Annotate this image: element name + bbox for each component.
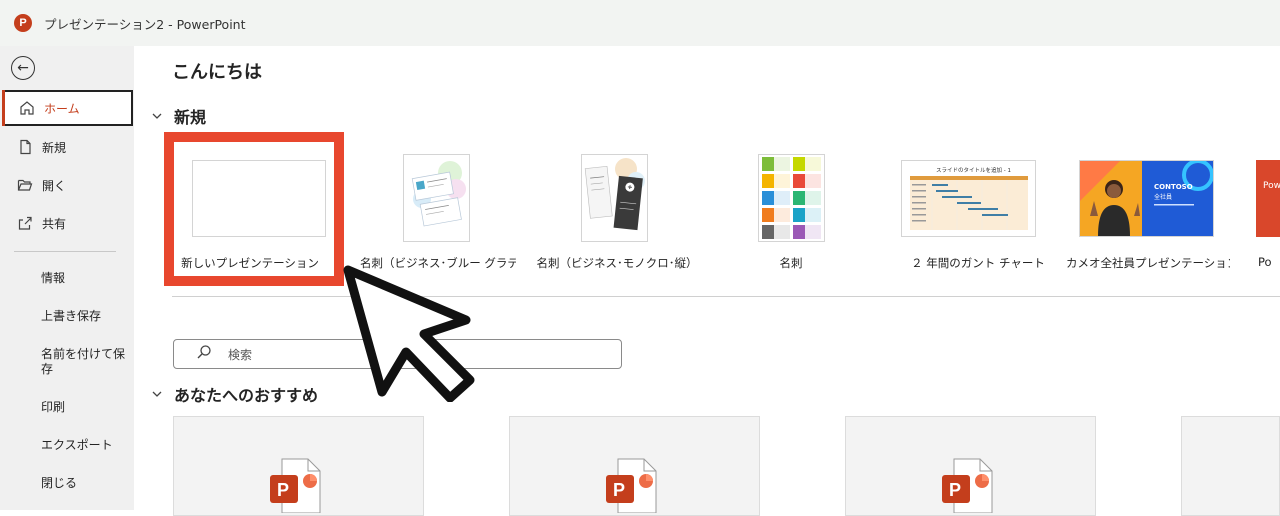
main-content: こんにちは 新規 新しいプレゼンテーション 名刺（ビジネス･ブルー グラデ… [134, 46, 1280, 510]
sidebar-item-close[interactable]: 閉じる [41, 476, 131, 491]
search-placeholder: 検索 [228, 346, 252, 363]
template-cameo-all-hands[interactable]: CONTOSO 全社員 カメオ全社員プレゼンテーション [1066, 151, 1230, 275]
template-thumbnail: CONTOSO 全社員 [1079, 160, 1214, 237]
cursor-arrow-icon [340, 262, 480, 402]
section-title: あなたへのおすすめ [174, 382, 318, 406]
page-title: こんにちは [172, 58, 262, 84]
svg-text:P: P [949, 480, 961, 500]
template-partial[interactable]: Powe Po [1240, 151, 1280, 275]
recommended-card[interactable]: P [845, 416, 1096, 516]
gantt-title: スライドのタイトルを追加 - 1 [936, 166, 1011, 174]
recommended-card[interactable]: P [173, 416, 424, 516]
template-gantt-chart[interactable]: スライドのタイトルを追加 - 1 ２ 年間のガント チャート [886, 151, 1070, 275]
template-thumbnail [581, 154, 648, 242]
section-title: 新規 [174, 104, 206, 128]
new-file-icon [16, 139, 34, 155]
share-icon [16, 215, 34, 231]
chevron-down-icon [150, 391, 164, 397]
template-label: ２ 年間のガント チャート [886, 255, 1070, 271]
section-divider [172, 296, 1280, 297]
recommended-card[interactable] [1181, 416, 1280, 516]
contoso-title: CONTOSO [1154, 183, 1193, 191]
sidebar-item-print[interactable]: 印刷 [41, 400, 131, 415]
svg-text:P: P [613, 480, 625, 500]
highlight-box [164, 132, 344, 286]
sidebar-item-new[interactable]: 新規 [0, 129, 134, 165]
chevron-down-icon [150, 113, 164, 119]
template-thumbnail: スライドのタイトルを追加 - 1 [901, 160, 1036, 237]
template-business-card[interactable]: 名刺 [718, 151, 864, 275]
template-label: カメオ全社員プレゼンテーション [1066, 255, 1230, 271]
sidebar-item-label: 新規 [42, 139, 66, 156]
pptx-file-icon: P [606, 457, 660, 513]
sidebar-item-open[interactable]: 開く [0, 167, 134, 203]
template-business-card-blue[interactable]: 名刺（ビジネス･ブルー グラデ… [360, 151, 516, 275]
template-thumbnail [403, 154, 470, 242]
sidebar-item-label: 共有 [42, 215, 66, 232]
pptx-file-icon: P [942, 457, 996, 513]
sidebar-item-save[interactable]: 上書き保存 [41, 309, 131, 324]
template-thumbnail [758, 154, 825, 242]
pptx-file-icon: P [270, 457, 324, 513]
home-icon [18, 100, 36, 116]
template-label: 名刺（ビジネス･モノクロ･縦） [536, 255, 698, 271]
section-new-header[interactable]: 新規 [150, 104, 206, 128]
sidebar: ← ホーム 新規 開く 共有 情報 上書き保存 名前を付けて保存 印刷 エクスポ… [0, 46, 134, 510]
section-recommended-header[interactable]: あなたへのおすすめ [150, 382, 318, 406]
sidebar-item-export[interactable]: エクスポート [41, 438, 131, 453]
back-arrow-icon[interactable]: ← [11, 56, 35, 80]
template-thumb-text: Powe [1263, 181, 1280, 191]
template-label: Po [1258, 255, 1280, 269]
sidebar-item-label: 開く [42, 177, 66, 194]
sidebar-item-save-as[interactable]: 名前を付けて保存 [41, 347, 131, 377]
template-thumbnail: Powe [1256, 160, 1280, 237]
window-title: プレゼンテーション2 - PowerPoint [44, 14, 246, 33]
svg-text:P: P [277, 480, 289, 500]
recommended-card[interactable]: P [509, 416, 760, 516]
powerpoint-logo-icon: P [14, 14, 32, 32]
contoso-subtitle: 全社員 [1154, 193, 1172, 201]
sidebar-item-home[interactable]: ホーム [2, 90, 133, 126]
search-icon [196, 344, 212, 364]
sidebar-item-share[interactable]: 共有 [0, 205, 134, 241]
sidebar-item-label: ホーム [44, 100, 80, 117]
title-bar: P プレゼンテーション2 - PowerPoint [0, 0, 1280, 46]
template-label: 名刺 [718, 255, 864, 271]
sidebar-item-info[interactable]: 情報 [41, 271, 131, 286]
template-business-card-mono[interactable]: 名刺（ビジネス･モノクロ･縦） [536, 151, 698, 275]
sidebar-divider [14, 251, 116, 252]
folder-open-icon [16, 177, 34, 193]
